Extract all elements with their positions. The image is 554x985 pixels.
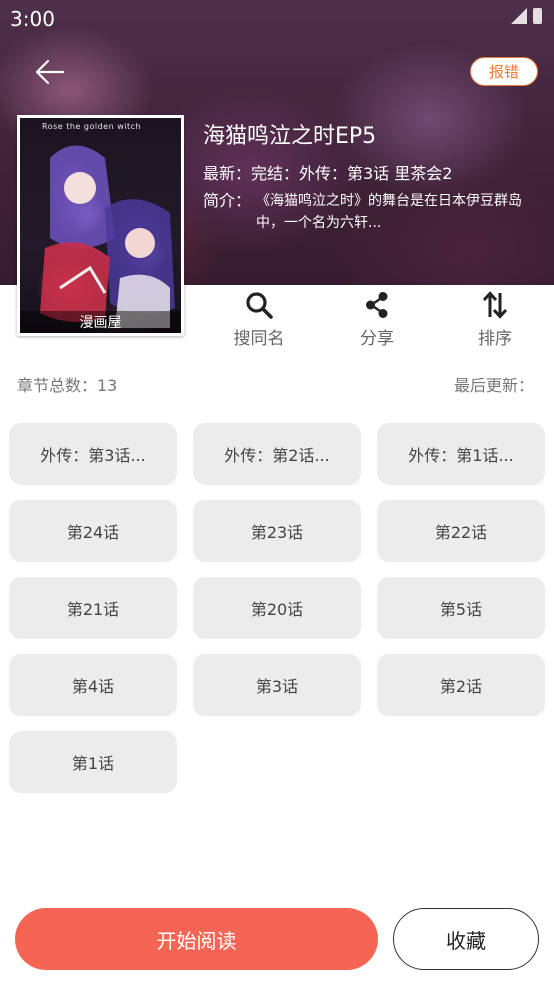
chapter-item[interactable]: 第4话 [9,654,177,716]
chapter-item[interactable]: 外传：第1话... [377,423,545,485]
chapter-item[interactable]: 第1话 [9,731,177,793]
comic-intro: 简介： 《海猫鸣泣之时》的舞台是在日本伊豆群岛中，一个名为六轩... [203,190,543,234]
sort-icon [482,291,508,319]
start-reading-button[interactable]: 开始阅读 [15,908,378,970]
share-icon [366,292,388,318]
intro-text: 《海猫鸣泣之时》的舞台是在日本伊豆群岛中，一个名为六轩... [256,193,522,231]
arrow-left-icon [35,59,65,85]
chapter-item[interactable]: 第20话 [193,577,361,639]
cover-image: Rose the golden witch 漫画屋 [20,118,181,333]
chapter-item[interactable]: 第22话 [377,500,545,562]
chapter-item[interactable]: 外传：第2话... [193,423,361,485]
back-button[interactable] [30,52,70,92]
comic-title: 海猫鸣泣之时EP5 [203,124,377,149]
action-bar: 搜同名 分享 排序 [200,290,554,350]
comic-cover: Rose the golden witch 漫画屋 [17,115,184,336]
status-icons [511,8,542,24]
search-icon [246,292,273,319]
chapter-item[interactable]: 第5话 [377,577,545,639]
search-same-name-label: 搜同名 [233,329,285,349]
sort-button[interactable]: 排序 [436,290,554,350]
status-bar: 3:00 [0,0,554,38]
share-label: 分享 [360,329,394,349]
chapter-item[interactable]: 第2话 [377,654,545,716]
share-button[interactable]: 分享 [318,290,436,350]
cover-illustration [40,145,175,328]
intro-label: 简介： [203,191,252,210]
signal-icon [511,8,527,24]
chapter-item[interactable]: 外传：第3话... [9,423,177,485]
chapter-item[interactable]: 第24话 [9,500,177,562]
search-same-name-button[interactable]: 搜同名 [200,290,318,350]
chapter-grid: 外传：第3话... 外传：第2话... 外传：第1话... 第24话 第23话 … [9,423,545,793]
chapter-item[interactable]: 第21话 [9,577,177,639]
sort-label: 排序 [478,329,512,349]
status-time: 3:00 [10,7,55,31]
battery-icon [533,8,542,24]
favorite-button[interactable]: 收藏 [393,908,539,970]
chapter-count: 章节总数：13 [17,376,118,395]
latest-chapter: 最新：完结：外传：第3话 里茶会2 [203,164,453,183]
report-error-button[interactable]: 报错 [470,57,538,86]
chapter-item[interactable]: 第23话 [193,500,361,562]
cover-source-label: 漫画屋 [20,311,181,333]
last-updated: 最后更新： [453,376,534,395]
chapter-item[interactable]: 第3话 [193,654,361,716]
